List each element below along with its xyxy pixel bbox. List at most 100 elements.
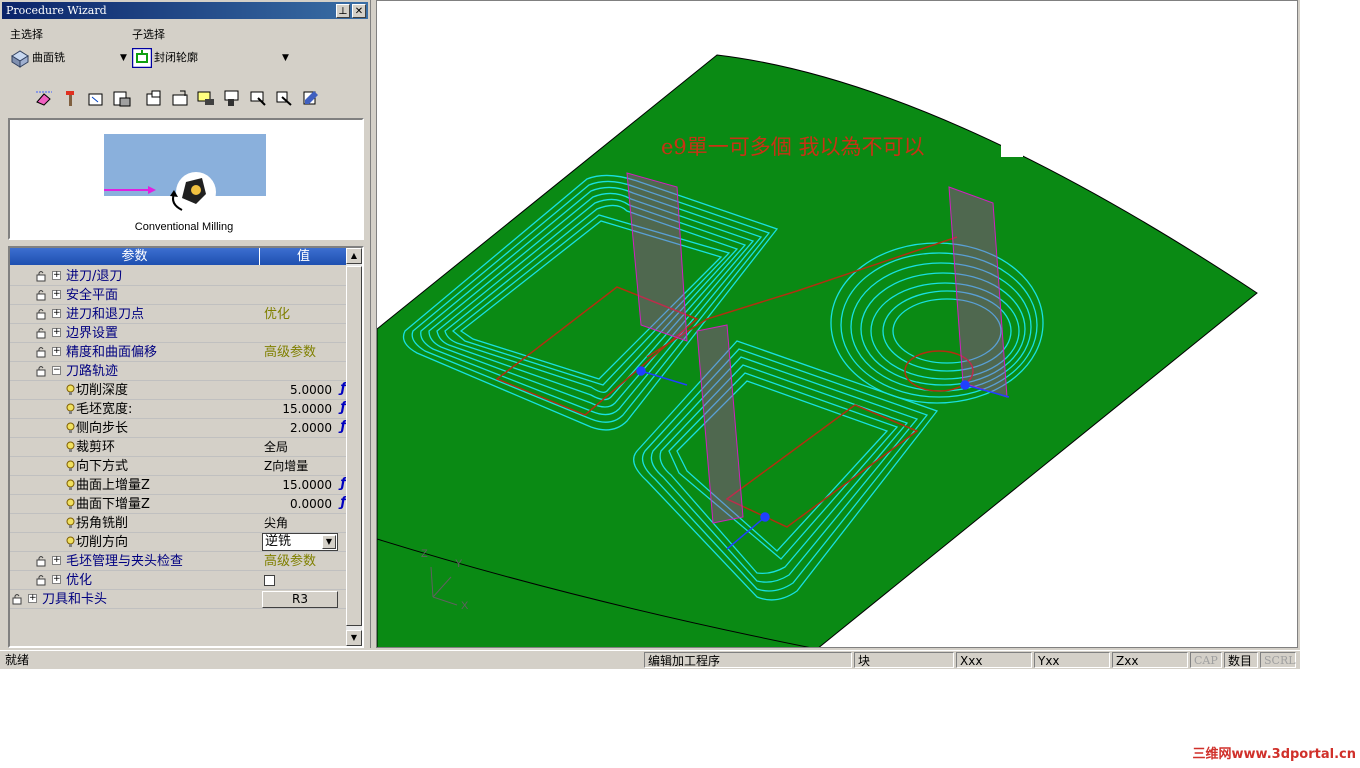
sub-select-label: 子选择 <box>132 28 165 41</box>
settings-icon[interactable] <box>300 88 320 108</box>
param-cut-depth-value[interactable]: 5.0000 <box>262 381 348 400</box>
close-button[interactable]: ✕ <box>352 4 366 18</box>
expand-icon[interactable]: + <box>28 594 37 603</box>
conventional-milling-diagram: Conventional Milling <box>104 134 266 233</box>
param-surface-down-z-row[interactable]: 曲面下增量Z 0.0000 ƒ <box>10 495 348 514</box>
param-stock-width-value[interactable]: 15.0000 <box>262 400 348 419</box>
param-trim-loop-row[interactable]: 裁剪环 全局 <box>10 438 348 457</box>
param-side-step-row[interactable]: 侧向步长 2.0000 ƒ <box>10 419 348 438</box>
eraser-icon[interactable] <box>34 88 54 108</box>
status-cap: CAP <box>1190 652 1222 668</box>
axis-y-label: Y <box>455 558 463 570</box>
param-entry-exit-label: 进刀/退刀 <box>66 269 123 284</box>
save-icon[interactable] <box>144 88 164 108</box>
chevron-down-icon[interactable]: ▼ <box>322 535 336 549</box>
scroll-thumb[interactable] <box>346 266 362 626</box>
param-side-step-value[interactable]: 2.0000 <box>262 419 348 438</box>
pin-button[interactable]: ⊥ <box>336 4 350 18</box>
cut-direction-select[interactable]: 逆铣 ▼ <box>262 533 338 551</box>
sequence-icon[interactable] <box>86 88 106 108</box>
bulb-icon <box>66 536 75 547</box>
annotation-cursor <box>1001 127 1023 157</box>
param-corner-milling-row[interactable]: 拐角铣削 尖角 <box>10 514 348 533</box>
param-entry-exit-row[interactable]: + 进刀/退刀 <box>10 267 348 286</box>
lock-icon <box>36 366 46 377</box>
param-corner-milling-label: 拐角铣削 <box>76 516 129 531</box>
param-tool-holder-row[interactable]: + 刀具和卡头 R3 <box>10 590 348 609</box>
param-boundary-settings-row[interactable]: + 边界设置 <box>10 324 348 343</box>
site-watermark: 三维网www.3dportal.cn <box>1192 747 1356 762</box>
main-select-label: 主选择 <box>10 28 43 41</box>
tool-select-button[interactable]: R3 <box>262 591 338 608</box>
open-icon[interactable] <box>170 88 190 108</box>
simulate-icon[interactable] <box>196 88 216 108</box>
milling-preview: Conventional Milling <box>8 118 364 240</box>
param-stock-check-row[interactable]: + 毛坯管理与夹头检查 高级参数 <box>10 552 348 571</box>
status-y: Yxx <box>1034 652 1110 668</box>
sub-select-combo[interactable]: 封闭轮廓 ▼ <box>132 46 292 70</box>
collapse-icon[interactable]: − <box>52 366 61 375</box>
param-entry-points-row[interactable]: + 进刀和退刀点 优化 <box>10 305 348 324</box>
param-toolpath-row[interactable]: − 刀路轨迹 <box>10 362 348 381</box>
param-cut-direction-row[interactable]: 切削方向 逆铣 ▼ <box>10 533 348 552</box>
bulb-icon <box>66 384 75 395</box>
lock-icon <box>36 556 46 567</box>
tool-icon[interactable] <box>60 88 80 108</box>
bulb-icon <box>66 403 75 414</box>
param-down-mode-row[interactable]: 向下方式 Z向增量 <box>10 457 348 476</box>
param-entry-points-value[interactable]: 优化 <box>262 305 350 324</box>
param-surface-up-z-row[interactable]: 曲面上增量Z 15.0000 ƒ <box>10 476 348 495</box>
status-mode: 编辑加工程序 <box>644 652 852 668</box>
grid-header: 参数 值 <box>10 248 348 265</box>
wizard-title-bar: Procedure Wizard ⊥ ✕ <box>2 2 368 19</box>
post-icon[interactable] <box>274 88 294 108</box>
toolpath-view[interactable]: e9單一可多個 我以為不可以 X Y Z <box>377 1 1298 648</box>
grid-scrollbar[interactable]: ▲ ▼ <box>346 248 362 646</box>
param-corner-milling-value[interactable]: 尖角 <box>262 514 350 533</box>
col-value-header[interactable]: 值 <box>260 248 348 265</box>
main-select-value: 曲面铣 <box>32 51 65 64</box>
param-stock-check-value[interactable]: 高级参数 <box>262 552 350 571</box>
bulb-icon <box>66 498 75 509</box>
param-optimize-row[interactable]: + 优化 <box>10 571 348 590</box>
param-tolerance-offset-label: 精度和曲面偏移 <box>66 345 158 360</box>
app-window: Procedure Wizard ⊥ ✕ 主选择 子选择 曲面铣 ▼ 封闭轮廓 … <box>0 0 1300 669</box>
bulb-icon <box>66 479 75 490</box>
col-param-header[interactable]: 参数 <box>10 248 260 265</box>
param-side-step-label: 侧向步长 <box>76 421 129 436</box>
chevron-down-icon: ▼ <box>120 53 127 63</box>
param-trim-loop-value[interactable]: 全局 <box>262 438 350 457</box>
param-surface-down-z-value[interactable]: 0.0000 <box>262 495 348 514</box>
expand-icon[interactable]: + <box>52 271 61 280</box>
expand-icon[interactable]: + <box>52 328 61 337</box>
expand-icon[interactable]: + <box>52 575 61 584</box>
param-stock-width-row[interactable]: 毛坯宽度: 15.0000 ƒ <box>10 400 348 419</box>
main-select-combo[interactable]: 曲面铣 ▼ <box>10 46 130 70</box>
param-tolerance-offset-value[interactable]: 高级参数 <box>262 343 350 362</box>
stock-icon[interactable] <box>112 88 132 108</box>
param-down-mode-value[interactable]: Z向增量 <box>262 457 350 476</box>
param-cut-depth-row[interactable]: 切削深度 5.0000 ƒ <box>10 381 348 400</box>
param-optimize-label: 优化 <box>66 573 93 588</box>
sub-select-value: 封闭轮廓 <box>154 51 198 64</box>
expand-icon[interactable]: + <box>52 309 61 318</box>
param-surface-up-z-value[interactable]: 15.0000 <box>262 476 348 495</box>
expand-icon[interactable]: + <box>52 290 61 299</box>
optimize-checkbox[interactable] <box>264 575 275 586</box>
param-surface-down-z-label: 曲面下增量Z <box>76 497 150 512</box>
cut-direction-value: 逆铣 <box>265 534 292 549</box>
expand-icon[interactable]: + <box>52 347 61 356</box>
bulb-icon <box>66 460 75 471</box>
lock-icon <box>36 271 46 282</box>
expand-icon[interactable]: + <box>52 556 61 565</box>
verify-icon[interactable] <box>248 88 268 108</box>
param-safe-plane-row[interactable]: + 安全平面 <box>10 286 348 305</box>
param-tolerance-offset-row[interactable]: + 精度和曲面偏移 高级参数 <box>10 343 348 362</box>
scroll-up-button[interactable]: ▲ <box>346 248 362 264</box>
param-cut-direction-label: 切削方向 <box>76 535 129 550</box>
wizard-title: Procedure Wizard <box>6 4 107 17</box>
scroll-down-button[interactable]: ▼ <box>346 630 362 646</box>
gouge-check-icon[interactable] <box>222 88 242 108</box>
bulb-icon <box>66 441 75 452</box>
cad-viewport[interactable]: e9單一可多個 我以為不可以 X Y Z <box>376 0 1298 648</box>
